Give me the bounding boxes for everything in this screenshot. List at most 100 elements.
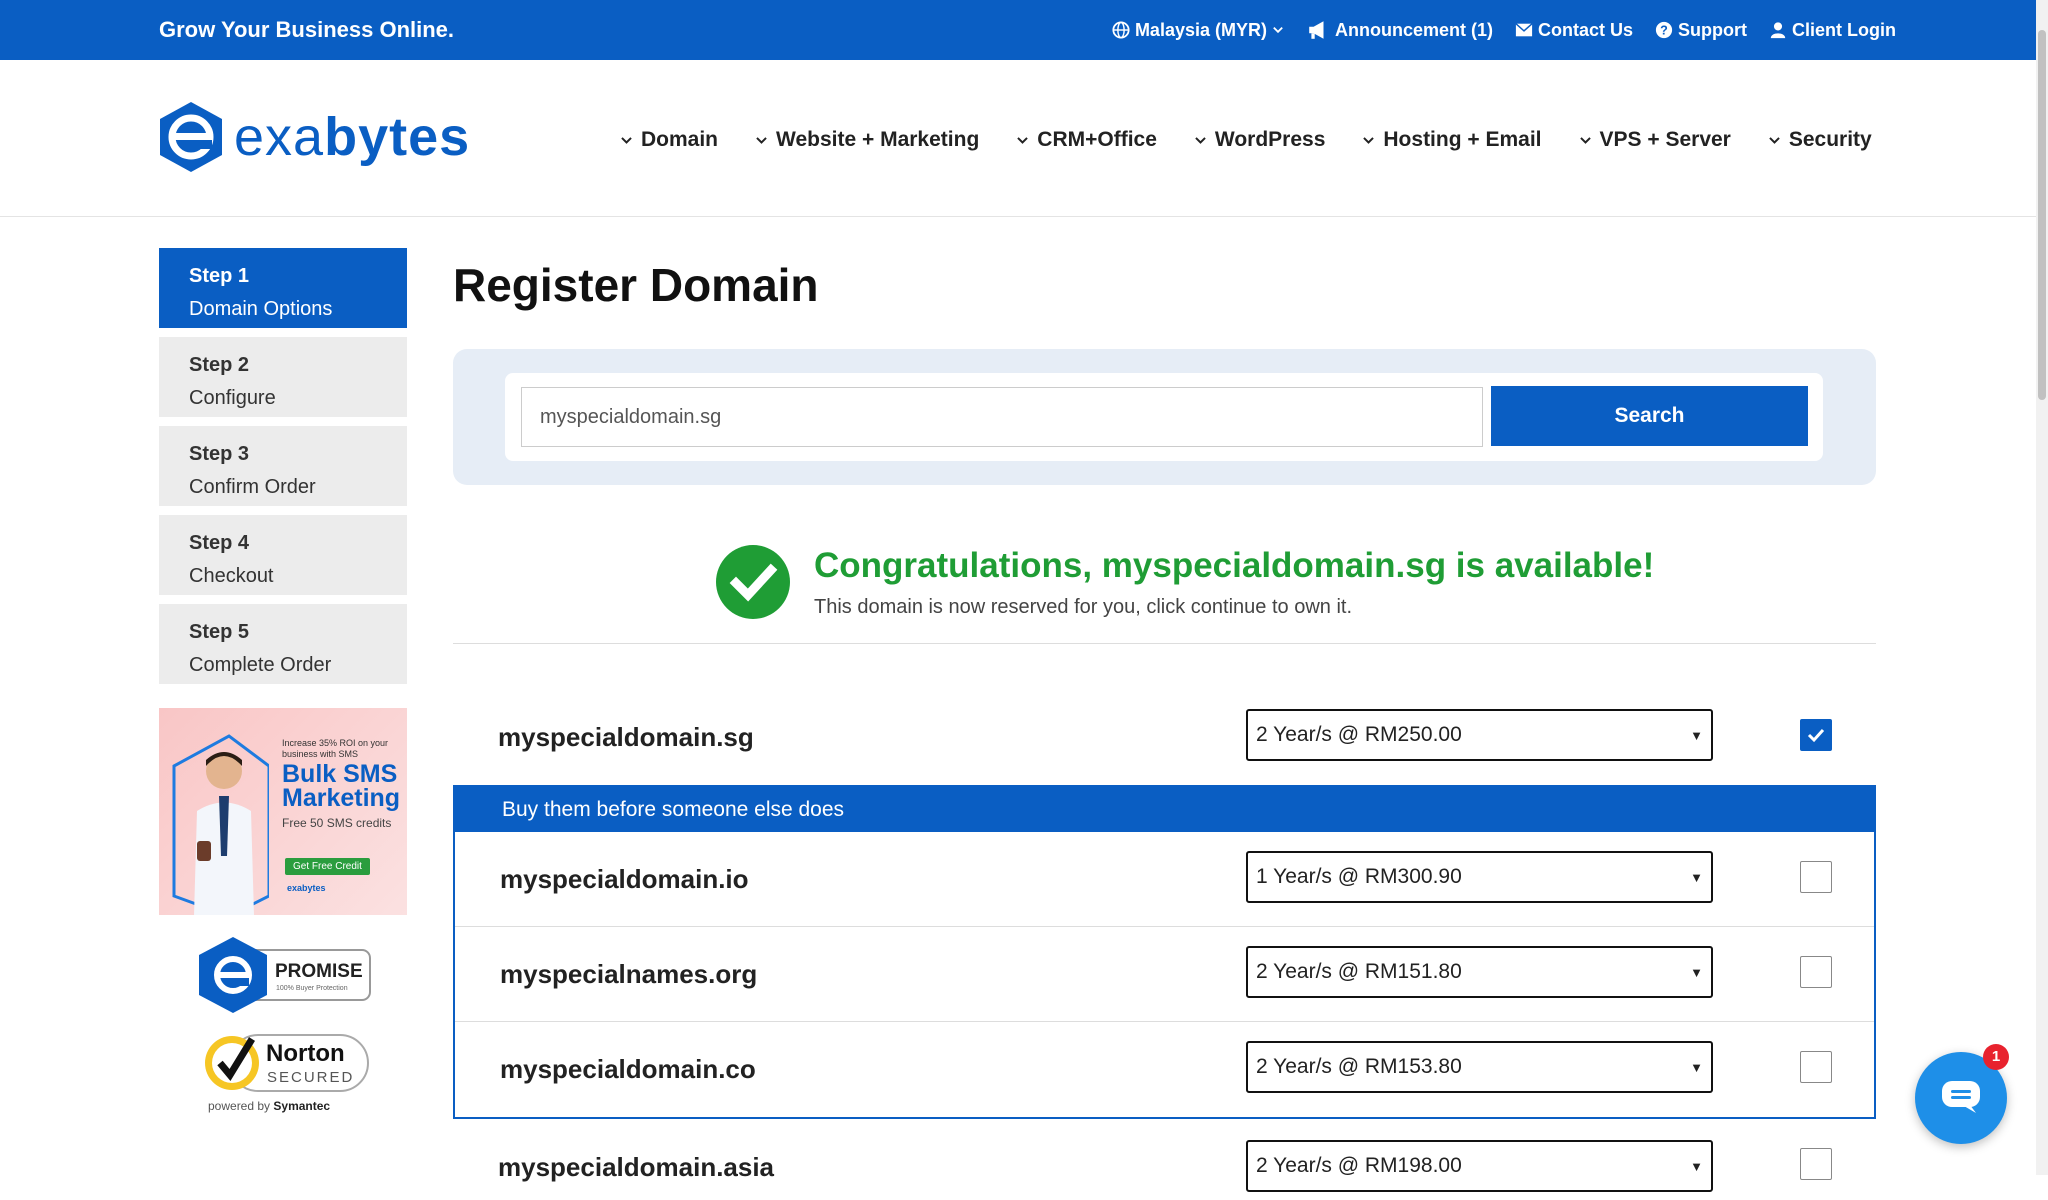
- extra-domain-row: myspecialdomain.asia 2 Year/s @ RM198.00…: [453, 1140, 1876, 1200]
- contact-link[interactable]: Contact Us: [1515, 19, 1633, 41]
- domain-name: myspecialnames.org: [500, 959, 758, 989]
- step-checkout[interactable]: Step 4 Checkout: [159, 515, 407, 595]
- period-value: 1 Year/s @ RM300.90: [1256, 865, 1462, 888]
- period-value: 2 Year/s @ RM151.80: [1256, 960, 1462, 983]
- region-selector[interactable]: Malaysia (MYR): [1112, 19, 1284, 41]
- chat-bubble-icon: [1942, 1081, 1980, 1113]
- search-button[interactable]: Search: [1491, 386, 1808, 446]
- divider: [453, 643, 1876, 644]
- client-login-link[interactable]: Client Login: [1769, 19, 1896, 41]
- promise-subtext: 100% Buyer Protection: [276, 985, 348, 992]
- period-select[interactable]: 2 Year/s @ RM250.00 ▼: [1246, 709, 1713, 761]
- chevron-down-icon: [1363, 136, 1375, 144]
- availability-message: Congratulations, myspecialdomain.sg is a…: [716, 545, 1654, 619]
- step-label: Complete Order: [189, 654, 332, 676]
- chevron-down-icon: [1195, 136, 1206, 144]
- search-panel: Search: [453, 349, 1876, 485]
- domain-checkbox[interactable]: [1800, 719, 1832, 751]
- svg-text:?: ?: [1660, 24, 1668, 38]
- chat-notification-badge: 1: [1983, 1044, 2009, 1070]
- domain-checkbox[interactable]: [1800, 1051, 1832, 1083]
- exabytes-logo[interactable]: exabytes: [158, 100, 470, 174]
- suggestion-row: myspecialdomain.io 1 Year/s @ RM300.90 ▼: [455, 832, 1874, 927]
- promo-headline: Bulk SMS Marketing: [282, 760, 401, 812]
- promo-line1: Increase 35% ROI on your business with S…: [282, 738, 389, 759]
- scrollbar-thumb[interactable]: [2038, 30, 2046, 400]
- promo-cta[interactable]: Get Free Credit: [285, 858, 370, 875]
- step-label: Domain Options: [189, 298, 333, 320]
- region-label: Malaysia (MYR): [1134, 19, 1267, 40]
- powered-by-text: powered by Symantec: [208, 1099, 330, 1113]
- step-configure[interactable]: Step 2 Configure: [159, 337, 407, 417]
- suggestions-header: Buy them before someone else does: [455, 787, 1874, 832]
- period-value: 2 Year/s @ RM153.80: [1256, 1055, 1462, 1078]
- step-number: Step 5: [189, 621, 250, 643]
- chat-widget-button[interactable]: 1: [1915, 1044, 2009, 1144]
- step-number: Step 3: [189, 443, 250, 465]
- promo-brand: exabytes: [287, 883, 326, 893]
- nav-website-marketing[interactable]: Website + Marketing: [755, 128, 979, 152]
- chevron-down-icon: [1579, 136, 1591, 144]
- megaphone-icon: [1309, 21, 1324, 39]
- support-link[interactable]: ? Support: [1655, 19, 1747, 41]
- dropdown-arrow-icon: ▼: [1690, 727, 1703, 743]
- step-complete-order[interactable]: Step 5 Complete Order: [159, 604, 407, 684]
- businessman-illustration: [172, 734, 269, 915]
- domain-search-input[interactable]: [521, 387, 1483, 447]
- exabytes-hex-icon: [160, 102, 222, 172]
- check-circle-icon: [716, 545, 790, 619]
- question-circle-icon: ?: [1655, 21, 1673, 39]
- domain-checkbox[interactable]: [1800, 1148, 1832, 1180]
- availability-headline: Congratulations, myspecialdomain.sg is a…: [814, 545, 1655, 585]
- globe-icon: [1112, 21, 1130, 39]
- period-select[interactable]: 2 Year/s @ RM151.80 ▼: [1246, 946, 1713, 998]
- bulk-sms-promo-banner[interactable]: Increase 35% ROI on your business with S…: [159, 708, 407, 915]
- chevron-down-icon: [1273, 26, 1283, 34]
- period-value: 2 Year/s @ RM250.00: [1256, 723, 1462, 746]
- step-label: Configure: [189, 387, 276, 409]
- norton-secured-badge: Norton SECURED powered by Symantec: [205, 1034, 369, 1113]
- step-confirm-order[interactable]: Step 3 Confirm Order: [159, 426, 407, 506]
- envelope-icon: [1515, 23, 1533, 37]
- suggestion-row: myspecialnames.org 2 Year/s @ RM151.80 ▼: [455, 927, 1874, 1022]
- secured-text: SECURED: [267, 1069, 354, 1086]
- nav-wordpress[interactable]: WordPress: [1194, 128, 1325, 152]
- exabytes-promise-badge: PROMISE 100% Buyer Protection: [199, 937, 371, 1013]
- domain-name: myspecialdomain.co: [500, 1054, 756, 1084]
- page-title: Register Domain: [453, 259, 819, 311]
- period-select[interactable]: 2 Year/s @ RM153.80 ▼: [1246, 1041, 1713, 1093]
- nav-hosting-email[interactable]: Hosting + Email: [1362, 128, 1542, 152]
- chevron-down-icon: [1769, 136, 1780, 144]
- dropdown-arrow-icon: ▼: [1690, 964, 1703, 980]
- support-label: Support: [1678, 19, 1748, 40]
- nav-crm-office[interactable]: CRM+Office: [1016, 128, 1157, 152]
- nav-security[interactable]: Security: [1768, 128, 1872, 152]
- period-select[interactable]: 2 Year/s @ RM198.00 ▼: [1246, 1140, 1713, 1192]
- client-login-label: Client Login: [1792, 19, 1896, 40]
- dropdown-arrow-icon: ▼: [1690, 869, 1703, 885]
- contact-label: Contact Us: [1538, 19, 1634, 40]
- top-bar: Grow Your Business Online. Malaysia (MYR…: [0, 0, 2036, 60]
- domain-name: myspecialdomain.sg: [498, 722, 754, 752]
- step-domain-options[interactable]: Step 1 Domain Options: [159, 248, 407, 328]
- brand-wordmark: exabytes: [234, 107, 471, 167]
- period-value: 2 Year/s @ RM198.00: [1256, 1154, 1462, 1177]
- domain-checkbox[interactable]: [1800, 861, 1832, 893]
- suggestions-box: Buy them before someone else does myspec…: [453, 785, 1876, 1119]
- page-scrollbar[interactable]: [2036, 0, 2048, 1175]
- step-number: Step 2: [189, 354, 250, 376]
- nav-vps-server[interactable]: VPS + Server: [1579, 128, 1731, 152]
- domain-name: myspecialdomain.io: [500, 864, 749, 894]
- primary-domain-row: myspecialdomain.sg 2 Year/s @ RM250.00 ▼: [453, 700, 1876, 770]
- main-header: exabytes Domain Website + Marketing CRM+…: [0, 60, 2036, 217]
- top-links: Malaysia (MYR) Announcement (1) Contact …: [1112, 19, 1896, 41]
- nav-domain[interactable]: Domain: [620, 128, 718, 152]
- chevron-down-icon: [1017, 136, 1029, 144]
- domain-checkbox[interactable]: [1800, 956, 1832, 988]
- availability-subtext: This domain is now reserved for you, cli…: [814, 595, 1353, 618]
- step-number: Step 1: [189, 265, 250, 287]
- suggestion-row: myspecialdomain.co 2 Year/s @ RM153.80 ▼: [455, 1022, 1874, 1116]
- tagline: Grow Your Business Online.: [159, 17, 455, 42]
- period-select[interactable]: 1 Year/s @ RM300.90 ▼: [1246, 851, 1713, 903]
- announcement-link[interactable]: Announcement (1): [1306, 19, 1493, 41]
